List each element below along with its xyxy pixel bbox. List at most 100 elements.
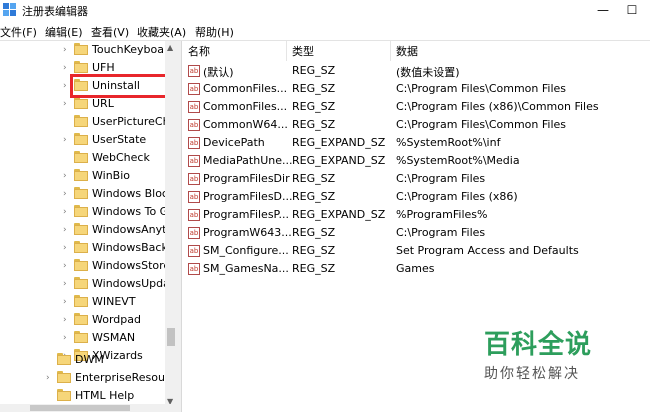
registry-value-row[interactable]: ab ProgramW643... REG_SZ C:\Program File… bbox=[182, 224, 650, 242]
tree-item-label: UserState bbox=[92, 133, 147, 146]
folder-icon bbox=[74, 295, 88, 307]
value-name: DevicePath bbox=[203, 136, 265, 149]
tree-item[interactable]: › WindowsStore bbox=[0, 257, 170, 275]
registry-value-row[interactable]: ab SM_Configure... REG_SZ Set Program Ac… bbox=[182, 242, 650, 260]
value-type: REG_SZ bbox=[292, 244, 336, 257]
value-data: C:\Program Files (x86)\Common Files bbox=[396, 100, 599, 113]
expand-arrow-icon[interactable]: › bbox=[46, 373, 54, 383]
column-header-data[interactable]: 数据 bbox=[396, 43, 418, 61]
tree-item-label: UserPictureCh bbox=[92, 115, 170, 128]
value-type: REG_EXPAND_SZ bbox=[292, 136, 386, 149]
value-data: C:\Program Files bbox=[396, 226, 486, 239]
menu-view[interactable]: 查看(V) bbox=[91, 24, 129, 40]
expand-arrow-icon[interactable] bbox=[63, 117, 71, 127]
value-name: ProgramFilesD... bbox=[203, 190, 293, 203]
folder-icon bbox=[74, 205, 88, 217]
registry-value-row[interactable]: ab ProgramFilesP... REG_EXPAND_SZ %Progr… bbox=[182, 206, 650, 224]
registry-value-row[interactable]: ab CommonFiles... REG_SZ C:\Program File… bbox=[182, 98, 650, 116]
registry-value-row[interactable]: ab DevicePath REG_EXPAND_SZ %SystemRoot%… bbox=[182, 134, 650, 152]
string-value-icon: ab bbox=[188, 191, 200, 203]
expand-arrow-icon[interactable] bbox=[63, 153, 71, 163]
minimize-button[interactable]: — bbox=[588, 0, 618, 20]
folder-icon bbox=[74, 97, 88, 109]
expand-arrow-icon[interactable]: › bbox=[63, 261, 71, 271]
column-header-name[interactable]: 名称 bbox=[188, 43, 210, 61]
tree-item[interactable]: › WinBio bbox=[0, 167, 165, 185]
menu-file[interactable]: 文件(F) bbox=[0, 24, 37, 40]
tree-item[interactable]: › WINEVT bbox=[0, 293, 165, 311]
folder-icon bbox=[57, 371, 71, 383]
tree-item[interactable]: › WindowsUpda bbox=[0, 275, 170, 293]
tree-item[interactable]: UserPictureCh bbox=[0, 113, 170, 131]
tree-item[interactable]: › Windows To G bbox=[0, 203, 168, 221]
expand-arrow-icon[interactable]: › bbox=[63, 297, 71, 307]
menu-favorites[interactable]: 收藏夹(A) bbox=[137, 24, 186, 40]
tree-item[interactable]: › WindowsAnyti bbox=[0, 221, 169, 239]
tree-item-label: TouchKeyboar bbox=[92, 43, 169, 56]
column-header-type[interactable]: 类型 bbox=[292, 43, 314, 61]
registry-value-row[interactable]: ab (默认) REG_SZ (数值未设置) bbox=[182, 62, 650, 80]
value-data: C:\Program Files bbox=[396, 172, 486, 185]
tree-item[interactable]: HTML Help bbox=[0, 387, 165, 405]
folder-icon bbox=[74, 331, 88, 343]
value-type: REG_EXPAND_SZ bbox=[292, 208, 386, 221]
expand-arrow-icon[interactable] bbox=[46, 391, 54, 401]
tree-item[interactable]: › WSMAN bbox=[0, 329, 165, 347]
menu-edit[interactable]: 编辑(E) bbox=[45, 24, 83, 40]
tree-item[interactable]: › TouchKeyboar bbox=[0, 41, 169, 59]
value-data: Games bbox=[396, 262, 435, 275]
expand-arrow-icon[interactable]: › bbox=[63, 225, 71, 235]
tree-horizontal-scrollbar[interactable] bbox=[0, 404, 177, 412]
expand-arrow-icon[interactable]: › bbox=[63, 207, 71, 217]
expand-arrow-icon[interactable]: › bbox=[63, 135, 71, 145]
tree-item-label: UFH bbox=[92, 61, 115, 74]
tree-item[interactable]: › Windows Bloc bbox=[0, 185, 168, 203]
tree-item-label: Wordpad bbox=[92, 313, 141, 326]
expand-arrow-icon[interactable]: › bbox=[63, 63, 71, 73]
registry-editor-icon bbox=[3, 3, 16, 16]
expand-arrow-icon[interactable]: › bbox=[63, 99, 71, 109]
expand-arrow-icon[interactable]: › bbox=[63, 333, 71, 343]
menu-help[interactable]: 帮助(H) bbox=[195, 24, 234, 40]
tree-item[interactable]: › EnterpriseResour bbox=[0, 369, 169, 387]
registry-value-row[interactable]: ab ProgramFilesDir REG_SZ C:\Program Fil… bbox=[182, 170, 650, 188]
expand-arrow-icon[interactable]: › bbox=[63, 45, 71, 55]
expand-arrow-icon[interactable]: › bbox=[63, 243, 71, 253]
registry-value-row[interactable]: ab MediaPathUne... REG_EXPAND_SZ %System… bbox=[182, 152, 650, 170]
tree-item[interactable]: DWM bbox=[0, 351, 165, 369]
value-name: CommonFiles... bbox=[203, 82, 288, 95]
scrollbar-thumb[interactable] bbox=[167, 328, 175, 346]
watermark-title: 百科全说 bbox=[484, 330, 593, 360]
value-name: ProgramFilesDir bbox=[203, 172, 290, 185]
tree-item[interactable]: › Wordpad bbox=[0, 311, 165, 329]
tree-item[interactable]: › WindowsBack bbox=[0, 239, 168, 257]
tree-item-label: WindowsUpda bbox=[92, 277, 170, 290]
column-separator[interactable] bbox=[390, 41, 391, 61]
expand-arrow-icon[interactable]: › bbox=[63, 189, 71, 199]
string-value-icon: ab bbox=[188, 173, 200, 185]
string-value-icon: ab bbox=[188, 119, 200, 131]
registry-value-row[interactable]: ab CommonW64... REG_SZ C:\Program Files\… bbox=[182, 116, 650, 134]
expand-arrow-icon[interactable]: › bbox=[63, 279, 71, 289]
value-name: CommonW64... bbox=[203, 118, 288, 131]
value-data: C:\Program Files\Common Files bbox=[396, 118, 567, 131]
title-bar: 注册表编辑器 — ☐ bbox=[0, 0, 650, 20]
expand-arrow-icon[interactable]: › bbox=[63, 171, 71, 181]
string-value-icon: ab bbox=[188, 65, 200, 77]
scrollbar-thumb[interactable] bbox=[30, 405, 130, 411]
expand-arrow-icon[interactable] bbox=[46, 355, 54, 365]
registry-value-row[interactable]: ab SM_GamesNa... REG_SZ Games bbox=[182, 260, 650, 278]
string-value-icon: ab bbox=[188, 137, 200, 149]
expand-arrow-icon[interactable]: › bbox=[63, 315, 71, 325]
registry-value-row[interactable]: ab CommonFiles... REG_SZ C:\Program File… bbox=[182, 80, 650, 98]
tree-vertical-scrollbar[interactable]: ▲ ▼ bbox=[165, 41, 177, 412]
scroll-up-icon[interactable]: ▲ bbox=[167, 43, 173, 52]
value-type: REG_SZ bbox=[292, 64, 336, 77]
column-separator[interactable] bbox=[286, 41, 287, 61]
tree-item[interactable]: › UserState bbox=[0, 131, 165, 149]
maximize-button[interactable]: ☐ bbox=[617, 0, 647, 20]
tree-item[interactable]: WebCheck bbox=[0, 149, 165, 167]
value-data: Set Program Access and Defaults bbox=[396, 244, 579, 257]
tree-item-label: URL bbox=[92, 97, 114, 110]
registry-value-row[interactable]: ab ProgramFilesD... REG_SZ C:\Program Fi… bbox=[182, 188, 650, 206]
